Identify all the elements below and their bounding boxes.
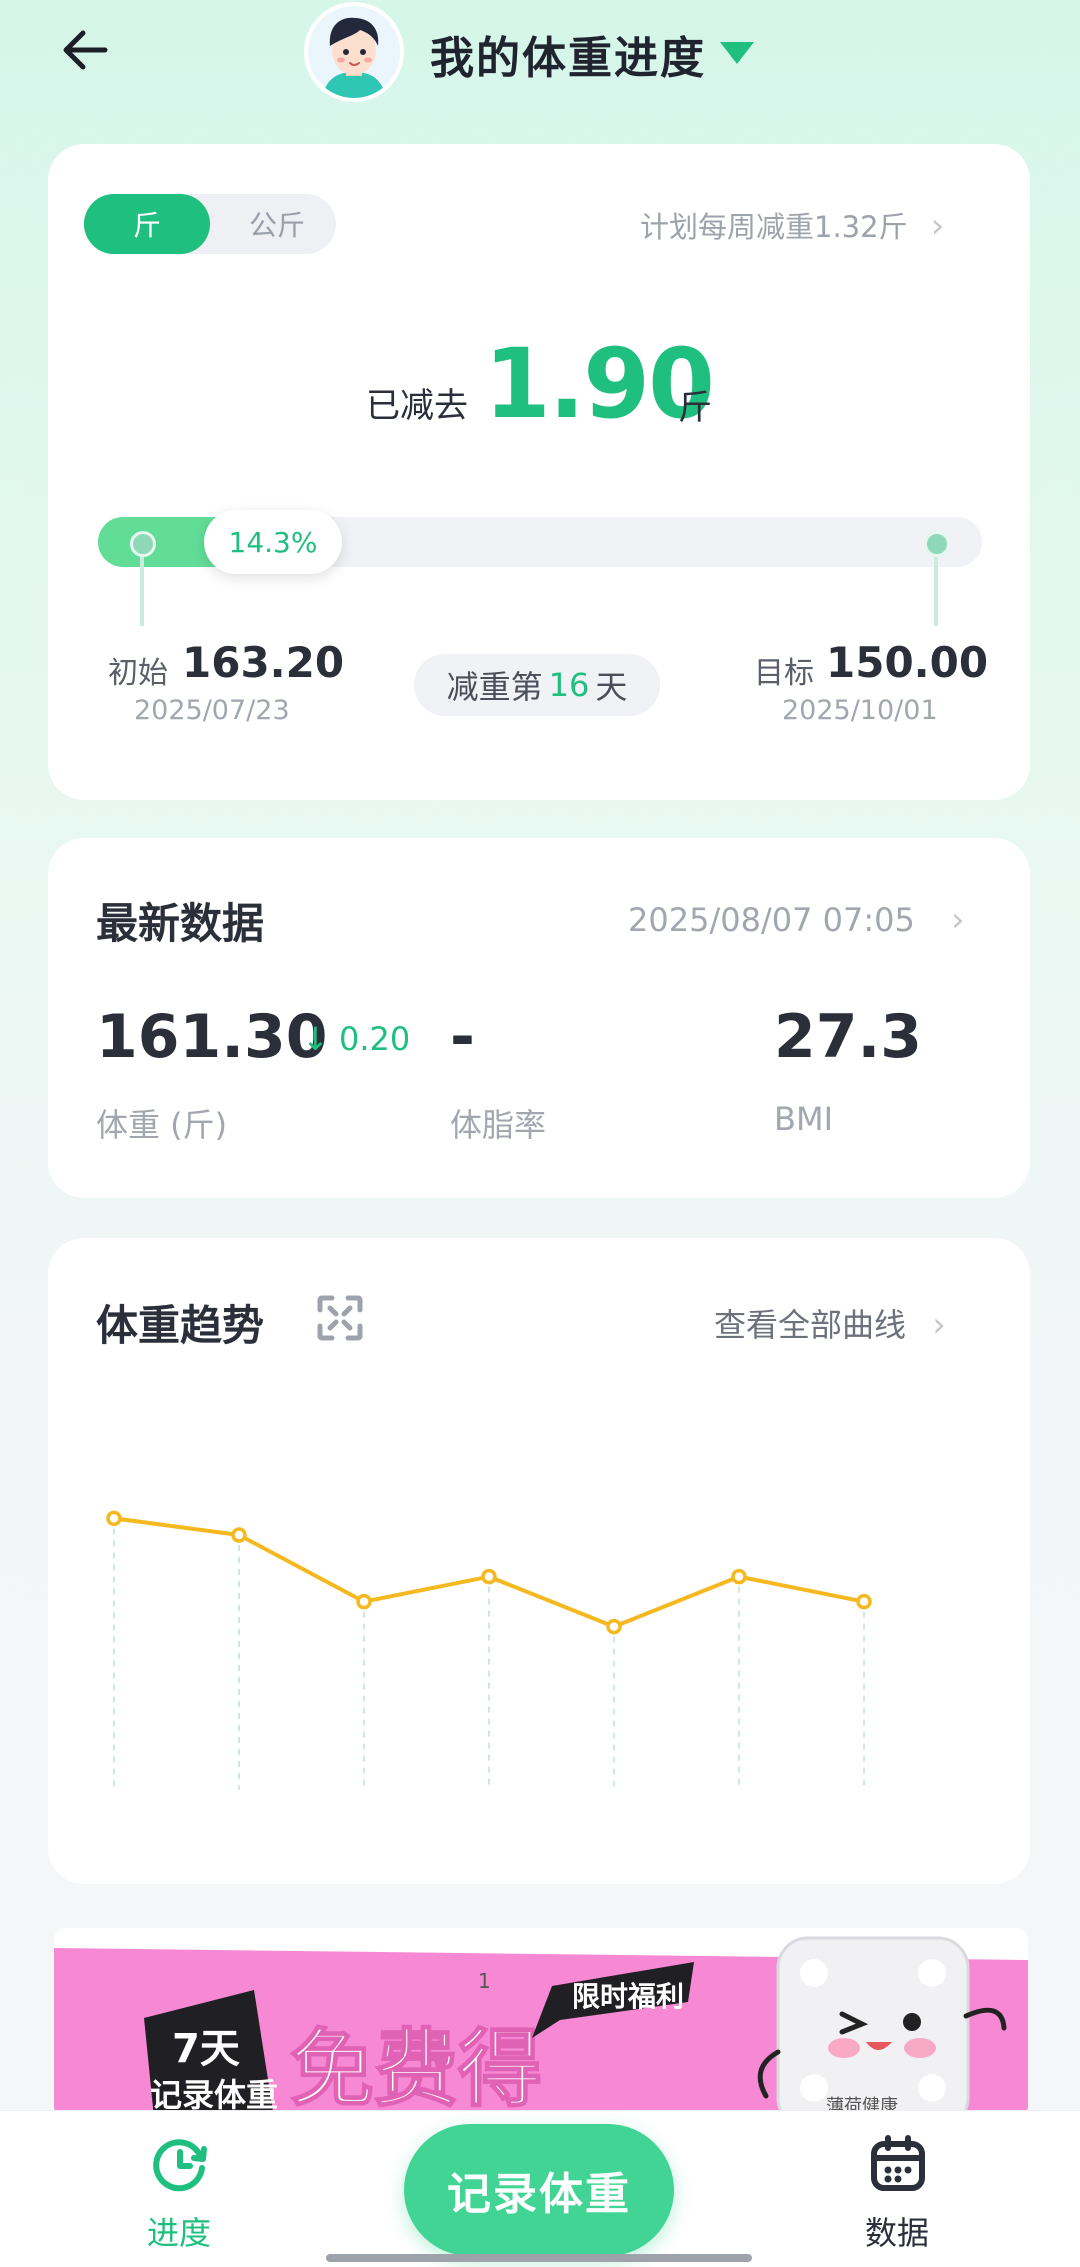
weight-trend-chart <box>106 1510 872 1790</box>
bmi-value: 27.3 <box>774 1002 923 1072</box>
back-arrow-icon <box>63 30 108 70</box>
dropdown-triangle-icon[interactable] <box>720 42 754 64</box>
day-number: 16 <box>548 666 590 704</box>
banner-free-text: 免费得 <box>290 2020 542 2118</box>
chevron-right-icon: › <box>951 900 965 940</box>
start-marker-dot <box>130 531 156 557</box>
promo-banner[interactable]: 7天 记录体重 免费得 限时福利 1 薄荷健康 <box>54 1928 1028 2118</box>
nav-tab-progress[interactable]: 进度 <box>140 2130 220 2254</box>
view-all-curves-link[interactable]: 查看全部曲线 › <box>714 1300 946 1346</box>
latest-datetime: 2025/08/07 07:05 <box>628 901 915 939</box>
chevron-right-icon: › <box>932 1305 946 1345</box>
page-title[interactable]: 我的体重进度 <box>430 22 706 86</box>
view-all-text: 查看全部曲线 <box>714 1306 907 1344</box>
goal-marker-dot <box>924 531 950 557</box>
banner-record-text: 记录体重 <box>150 2076 278 2114</box>
day-prefix: 减重第 <box>446 668 543 706</box>
data-point[interactable] <box>731 1568 747 1585</box>
chevron-right-icon: › <box>930 206 945 246</box>
weekly-plan-link[interactable]: 计划每周减重1.32斤 › <box>640 204 944 246</box>
record-weight-button[interactable]: 记录体重 <box>404 2124 674 2256</box>
goal-marker-stem <box>934 552 938 626</box>
start-weight: 163.20 <box>182 638 345 687</box>
home-indicator <box>326 2254 752 2262</box>
unit-option-kg[interactable]: 公斤 <box>222 194 332 254</box>
data-point[interactable] <box>356 1593 372 1610</box>
goal-date: 2025/10/01 <box>782 695 938 726</box>
start-date: 2025/07/23 <box>134 695 290 726</box>
clock-refresh-icon <box>153 2139 207 2192</box>
lost-label: 已减去 <box>366 386 468 426</box>
weekly-plan-text: 计划每周减重1.32斤 <box>640 210 908 244</box>
banner-days-text: 7天 <box>172 2026 240 2072</box>
promo-banner-art: 7天 记录体重 免费得 限时福利 1 薄荷健康 <box>54 1928 1028 2118</box>
weight-delta: ↓ 0.20 <box>302 1020 411 1058</box>
data-point[interactable] <box>606 1618 622 1635</box>
weight-value: 161.30 <box>96 1002 328 1072</box>
weight-label: 体重 (斤) <box>96 1106 228 1144</box>
back-button[interactable] <box>48 18 120 82</box>
unit-option-jin[interactable]: 斤 <box>84 194 210 254</box>
nav-label-data: 数据 <box>865 2214 930 2252</box>
data-point[interactable] <box>856 1593 872 1610</box>
expand-icon[interactable] <box>314 1292 366 1344</box>
bodyfat-value: - <box>450 1002 475 1072</box>
calendar-icon <box>871 2135 925 2191</box>
lost-unit: 斤 <box>678 388 712 428</box>
nav-label-progress: 进度 <box>147 2214 212 2252</box>
chart-grid <box>113 1528 865 1790</box>
banner-limited-text: 限时福利 <box>572 1980 684 2013</box>
day-count-pill: 减重第 16 天 <box>414 654 660 716</box>
day-suffix: 天 <box>595 668 628 706</box>
data-point[interactable] <box>106 1510 122 1527</box>
latest-data-datetime-link[interactable]: 2025/08/07 07:05 › <box>628 900 965 940</box>
bodyfat-label: 体脂率 <box>450 1106 547 1144</box>
bmi-label: BMI <box>774 1100 833 1138</box>
data-point[interactable] <box>231 1527 247 1543</box>
nav-tab-data[interactable]: 数据 <box>858 2130 938 2254</box>
progress-percent-badge: 14.3% <box>204 510 342 574</box>
start-marker-stem <box>140 552 144 626</box>
goal-weight: 150.00 <box>826 638 989 687</box>
trend-title: 体重趋势 <box>96 1301 265 1350</box>
data-point[interactable] <box>481 1568 497 1585</box>
user-avatar-icon[interactable] <box>304 2 404 102</box>
banner-badge: 1 <box>478 1969 491 1993</box>
latest-data-title: 最新数据 <box>96 899 265 948</box>
start-label: 初始 <box>108 656 168 691</box>
goal-label: 目标 <box>754 656 814 691</box>
header-bar: 我的体重进度 <box>0 0 1080 120</box>
